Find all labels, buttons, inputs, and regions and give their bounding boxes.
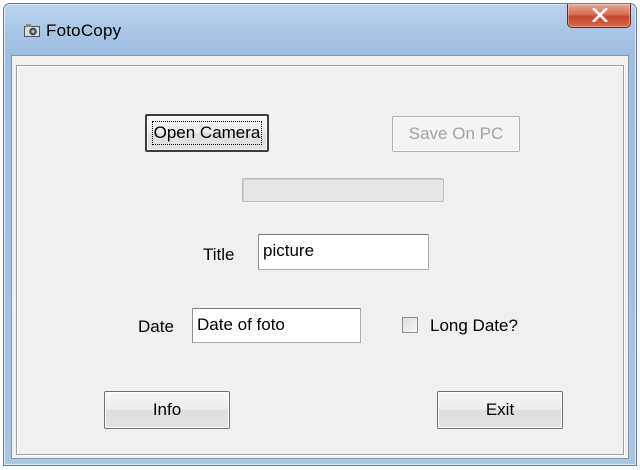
long-date-checkbox[interactable] [402, 317, 418, 333]
title-label: Title [203, 245, 235, 264]
date-label: Date [138, 317, 174, 336]
title-bar[interactable]: FotoCopy [4, 4, 636, 58]
progress-bar [242, 178, 444, 202]
client-area: Open Camera Save On PC Title picture Dat… [11, 55, 629, 459]
long-date-label[interactable]: Long Date? [430, 316, 518, 336]
group-box: Open Camera Save On PC Title picture Dat… [16, 65, 624, 455]
camera-app-icon [24, 24, 40, 37]
window-title: FotoCopy [46, 21, 122, 40]
info-button[interactable]: Info [104, 391, 230, 429]
info-label: Info [152, 400, 182, 419]
close-button[interactable] [567, 4, 631, 28]
close-x-icon [592, 8, 608, 22]
open-camera-button[interactable]: Open Camera [145, 114, 269, 152]
save-on-pc-label: Save On PC [408, 124, 504, 143]
exit-label: Exit [485, 400, 515, 419]
date-input[interactable]: Date of foto [192, 308, 361, 343]
exit-button[interactable]: Exit [437, 391, 563, 429]
main-window: FotoCopy Open Camera Save On PC Title pi… [3, 3, 637, 466]
title-input[interactable]: picture [258, 234, 429, 270]
save-on-pc-button[interactable]: Save On PC [392, 116, 520, 152]
open-camera-label: Open Camera [151, 121, 263, 145]
